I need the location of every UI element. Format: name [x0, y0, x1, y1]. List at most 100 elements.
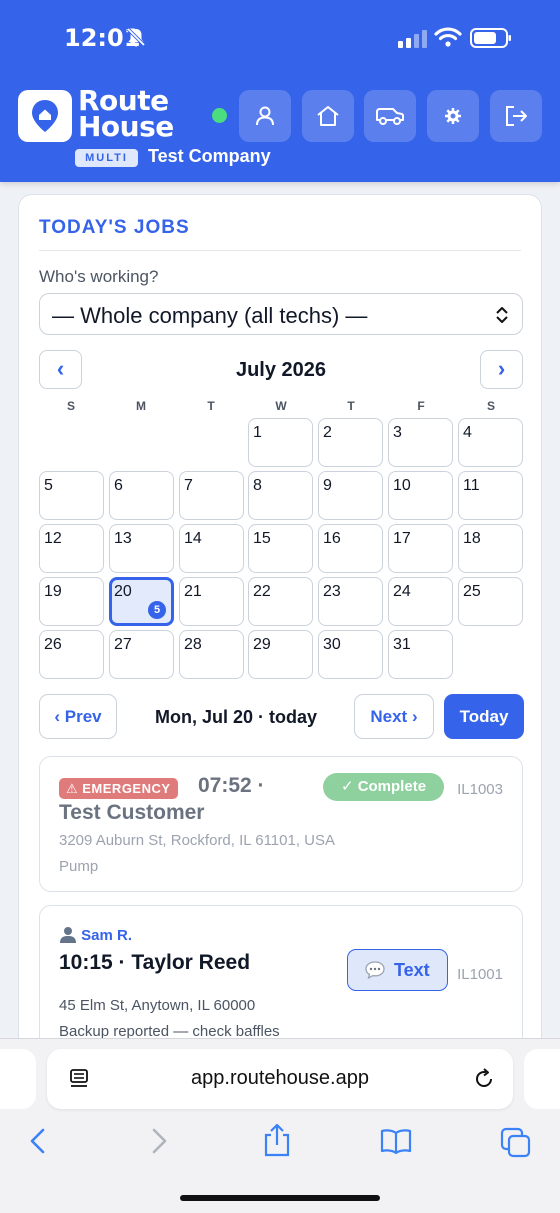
calendar-day[interactable]: 8: [248, 471, 313, 520]
calendar-day[interactable]: 5: [39, 471, 104, 520]
day-number: 30: [323, 636, 341, 653]
reload-icon[interactable]: [472, 1067, 496, 1091]
tech-select[interactable]: — Whole company (all techs) —: [39, 293, 523, 335]
weekday-label: S: [66, 399, 75, 413]
calendar-day[interactable]: 28: [179, 630, 244, 679]
back-icon[interactable]: [27, 1127, 49, 1155]
calendar-day[interactable]: 7: [179, 471, 244, 520]
calendar-day[interactable]: 13: [109, 524, 174, 573]
bell-muted-icon: [126, 27, 146, 47]
signal-icon: [398, 30, 427, 48]
profile-button[interactable]: [239, 90, 291, 142]
weekday-label: W: [275, 399, 287, 413]
speech-bubble-icon: [365, 961, 385, 980]
calendar-day[interactable]: 22: [248, 577, 313, 626]
share-icon[interactable]: [262, 1123, 292, 1157]
calendar-day-selected[interactable]: 20 5: [109, 577, 174, 626]
job-card[interactable]: ⚠ EMERGENCY 07:52 · ✓ Complete IL1003 Te…: [39, 756, 523, 892]
divider: [39, 250, 521, 251]
day-number: 16: [323, 530, 341, 547]
home-button[interactable]: [302, 90, 354, 142]
job-address: 3209 Auburn St, Rockford, IL 61101, USA: [59, 832, 336, 849]
job-id: IL1003: [457, 781, 503, 798]
job-id: IL1001: [457, 966, 503, 983]
calendar-day[interactable]: 6: [109, 471, 174, 520]
job-count-badge: 5: [148, 601, 166, 619]
day-number: 10: [393, 477, 411, 494]
weekday-label: F: [417, 399, 425, 413]
complete-status-badge: ✓ Complete: [323, 773, 444, 801]
day-number: 31: [393, 636, 411, 653]
calendar-day[interactable]: 26: [39, 630, 104, 679]
day-number: 1: [253, 424, 262, 441]
text-button-label: Text: [394, 960, 430, 980]
calendar-day[interactable]: 23: [318, 577, 383, 626]
day-number: 25: [463, 583, 481, 600]
calendar-day[interactable]: 12: [39, 524, 104, 573]
app-header: 12:01 Route House MULTI Test Company: [0, 0, 560, 182]
day-number: 24: [393, 583, 411, 600]
current-date-label: Mon, Jul 20 · today: [154, 707, 318, 727]
user-icon: [256, 106, 274, 126]
address-bar[interactable]: app.routehouse.app: [47, 1049, 513, 1109]
job-title: 10:15 · Taylor Reed: [59, 951, 251, 974]
home-icon: [317, 106, 339, 126]
day-number: 20: [114, 583, 132, 600]
day-number: 26: [44, 636, 62, 653]
calendar-day[interactable]: 1: [248, 418, 313, 467]
who-working-label: Who's working?: [39, 267, 159, 286]
calendar-day[interactable]: 19: [39, 577, 104, 626]
text-customer-button[interactable]: Text: [347, 949, 448, 991]
settings-button[interactable]: [427, 90, 479, 142]
calendar-day[interactable]: 18: [458, 524, 523, 573]
assigned-tech: Sam R.: [59, 925, 132, 944]
bookmarks-icon[interactable]: [379, 1127, 413, 1155]
calendar-day[interactable]: 3: [388, 418, 453, 467]
today-button[interactable]: Today: [444, 694, 524, 739]
day-number: 23: [323, 583, 341, 600]
truck-icon: [376, 108, 404, 125]
day-number: 8: [253, 477, 262, 494]
calendar-day[interactable]: 29: [248, 630, 313, 679]
job-time: 07:52 ·: [198, 774, 265, 797]
next-month-button[interactable]: ›: [480, 350, 523, 389]
browser-toolbar: app.routehouse.app: [0, 1038, 560, 1213]
forward-icon[interactable]: [148, 1127, 170, 1155]
calendar-day[interactable]: 31: [388, 630, 453, 679]
emergency-badge: ⚠ EMERGENCY: [59, 778, 178, 799]
calendar-day[interactable]: 11: [458, 471, 523, 520]
job-address: 45 Elm St, Anytown, IL 60000: [59, 997, 256, 1014]
calendar-day[interactable]: 27: [109, 630, 174, 679]
chevron-updown-icon: [496, 307, 508, 323]
day-number: 5: [44, 477, 53, 494]
section-title: TODAY'S JOBS: [39, 217, 190, 238]
calendar-day[interactable]: 14: [179, 524, 244, 573]
calendar-day[interactable]: 4: [458, 418, 523, 467]
calendar-day[interactable]: 17: [388, 524, 453, 573]
next-day-button[interactable]: Next ›: [354, 694, 434, 739]
calendar-day[interactable]: 9: [318, 471, 383, 520]
url-text: app.routehouse.app: [191, 1067, 369, 1089]
previous-tab-preview[interactable]: [0, 1049, 36, 1109]
calendar-day[interactable]: 30: [318, 630, 383, 679]
calendar-day[interactable]: 15: [248, 524, 313, 573]
weekday-label: S: [486, 399, 495, 413]
wifi-icon: [434, 27, 462, 47]
calendar-day[interactable]: 21: [179, 577, 244, 626]
job-service: Pump: [59, 858, 99, 875]
calendar-day[interactable]: 10: [388, 471, 453, 520]
calendar-day[interactable]: 25: [458, 577, 523, 626]
home-indicator: [180, 1195, 380, 1201]
logout-icon: [506, 106, 527, 126]
weekday-label: T: [207, 399, 215, 413]
day-number: 6: [114, 477, 123, 494]
tabs-icon[interactable]: [500, 1127, 532, 1159]
truck-button[interactable]: [364, 90, 416, 142]
calendar-day[interactable]: 16: [318, 524, 383, 573]
calendar-day[interactable]: 24: [388, 577, 453, 626]
battery-icon: [470, 28, 511, 48]
next-tab-preview[interactable]: [524, 1049, 560, 1109]
prev-day-button[interactable]: ‹ Prev: [39, 694, 117, 739]
logout-button[interactable]: [490, 90, 542, 142]
calendar-day[interactable]: 2: [318, 418, 383, 467]
